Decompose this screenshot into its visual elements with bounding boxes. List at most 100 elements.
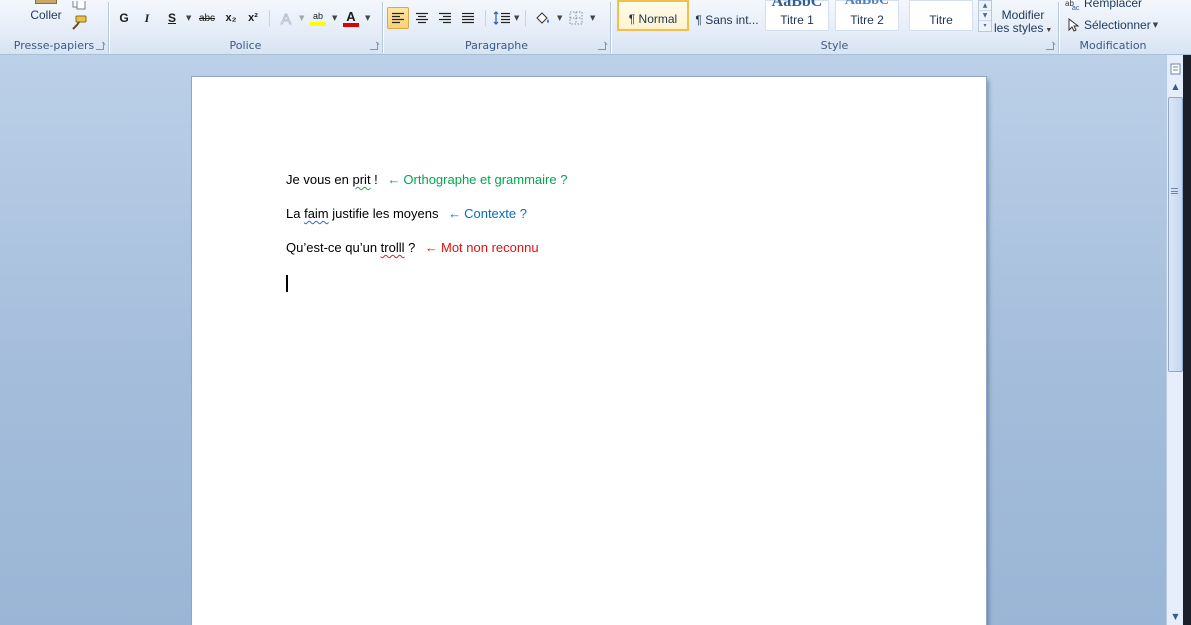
align-left-icon <box>392 12 404 24</box>
line-spacing-dropdown-icon[interactable]: ▼ <box>514 14 519 22</box>
gallery-more-icon[interactable]: ▾ <box>979 21 991 31</box>
font-group-title: Police <box>229 39 262 52</box>
document-workspace: Je vous en prit ! ← Orthographe et gramma… <box>0 55 1166 625</box>
paste-label: Coller <box>30 8 62 22</box>
styles-group-title: Style <box>820 39 849 52</box>
change-styles-label-2: les styles ▼ <box>994 21 1053 35</box>
svg-text:ac: ac <box>1072 5 1080 10</box>
style-no-spacing[interactable]: ¶ Sans int... <box>691 0 763 31</box>
clipboard-launcher-icon[interactable] <box>96 42 104 50</box>
document-line-1[interactable]: Je vous en prit ! ← Orthographe et gramma… <box>286 172 567 187</box>
paragraph-launcher-icon[interactable] <box>598 42 606 50</box>
spelling-flagged-word[interactable]: trolll <box>381 240 405 255</box>
highlight-button[interactable]: ab <box>307 8 329 28</box>
underline-dropdown-icon[interactable]: ▼ <box>186 14 191 22</box>
font-color-bar <box>343 22 359 27</box>
style-gallery-scroll[interactable]: ▲ ▼ ▾ <box>978 0 992 32</box>
strikethrough-button[interactable]: abc <box>195 8 219 28</box>
superscript-button[interactable]: x² <box>243 8 263 28</box>
font-launcher-icon[interactable] <box>370 42 378 50</box>
line-2-after: justifie les moyens <box>328 206 439 221</box>
paste-button[interactable]: Coller <box>26 0 66 30</box>
style-heading-2[interactable]: AaBbC Titre 2 <box>835 0 899 31</box>
svg-text:A: A <box>281 11 291 26</box>
vertical-scrollbar[interactable]: ▲ ▼ <box>1166 55 1183 625</box>
document-line-2[interactable]: La faim justifie les moyens ← Contexte ? <box>286 206 527 221</box>
clipboard-icon <box>35 0 57 4</box>
style-heading-1[interactable]: AaBbC Titre 1 <box>765 0 829 31</box>
scroll-down-icon[interactable]: ▼ <box>1168 609 1183 624</box>
document-line-3[interactable]: Qu’est-ce qu’un trolll ? ← Mot non reconn… <box>286 240 539 255</box>
window-edge <box>1183 55 1191 625</box>
line-2-before: La <box>286 206 305 221</box>
change-styles-button[interactable]: Modifier les styles ▼ <box>994 0 1052 36</box>
clipboard-group: Coller Presse-papiers <box>0 0 108 54</box>
scroll-grip-icon <box>1171 188 1178 194</box>
italic-button[interactable]: I <box>138 8 156 28</box>
text-effects-dropdown-icon[interactable]: ▼ <box>299 14 304 22</box>
underline-button[interactable]: S <box>161 8 183 28</box>
select-cursor-icon <box>1068 18 1079 32</box>
style-no-spacing-label: ¶ Sans int... <box>695 13 759 27</box>
text-cursor <box>286 275 288 292</box>
font-group: G I S ▼ abc x₂ x² A ▼ ab ▼ A ▼ Police <box>109 0 382 54</box>
font-color-dropdown-icon[interactable]: ▼ <box>365 14 370 22</box>
styles-launcher-icon[interactable] <box>1046 42 1054 50</box>
replace-label: Remplacer <box>1084 0 1143 10</box>
context-flagged-word[interactable]: faim <box>304 206 329 221</box>
grammar-flagged-word[interactable]: prit <box>353 172 371 187</box>
line-spacing-icon <box>493 11 510 25</box>
subscript-button[interactable]: x₂ <box>221 8 241 28</box>
bold-button[interactable]: G <box>115 8 133 28</box>
arrow-left-icon: ← <box>387 172 401 187</box>
document-page[interactable]: Je vous en prit ! ← Orthographe et gramma… <box>192 77 986 625</box>
ribbon: Coller Presse-papiers G I S ▼ abc x₂ x² … <box>0 0 1191 55</box>
spelling-annotation: ← Mot non reconnu <box>424 240 539 255</box>
line-1-before: Je vous en <box>286 172 353 187</box>
scroll-up-icon[interactable]: ▲ <box>1168 79 1183 94</box>
borders-button[interactable] <box>565 8 587 28</box>
justify-icon <box>462 12 474 24</box>
line-spacing-button[interactable] <box>491 8 513 28</box>
paint-bucket-icon <box>536 12 549 24</box>
copy-icon[interactable] <box>72 0 86 10</box>
align-center-button[interactable] <box>411 8 433 28</box>
format-painter-icon[interactable] <box>70 15 88 31</box>
highlight-dropdown-icon[interactable]: ▼ <box>332 14 337 22</box>
ruler-toggle-icon[interactable] <box>1168 61 1183 76</box>
grammar-annotation: ← Orthographe et grammaire ? <box>387 172 568 187</box>
style-heading-2-preview: AaBbC <box>844 0 890 8</box>
editing-group-title: Modification <box>1079 39 1147 52</box>
text-effects-icon: A <box>281 11 292 27</box>
select-button[interactable]: Sélectionner ▼ <box>1067 17 1158 33</box>
replace-button[interactable]: ab ac Remplacer <box>1065 0 1142 10</box>
style-normal[interactable]: ¶ Normal <box>617 0 689 31</box>
shading-dropdown-icon[interactable]: ▼ <box>557 14 562 22</box>
font-color-button[interactable]: A <box>340 8 362 28</box>
align-right-icon <box>439 12 451 24</box>
shading-button[interactable] <box>532 8 554 28</box>
style-title-label: Titre <box>929 13 953 27</box>
borders-icon <box>569 11 583 25</box>
align-left-button[interactable] <box>387 7 409 29</box>
style-heading-1-label: Titre 1 <box>780 13 814 27</box>
arrow-left-icon: ← <box>448 206 462 221</box>
style-title[interactable]: Titre <box>909 0 973 31</box>
align-right-button[interactable] <box>434 8 456 28</box>
justify-button[interactable] <box>457 8 479 28</box>
borders-dropdown-icon[interactable]: ▼ <box>590 14 595 22</box>
gallery-up-icon[interactable]: ▲ <box>979 1 991 11</box>
paragraph-group-title: Paragraphe <box>464 39 529 52</box>
line-3-after: ? <box>404 240 416 255</box>
gallery-down-icon[interactable]: ▼ <box>979 11 991 21</box>
style-normal-label: ¶ Normal <box>628 12 678 26</box>
style-heading-2-label: Titre 2 <box>850 13 884 27</box>
select-label: Sélectionner <box>1084 18 1151 32</box>
text-effects-button[interactable]: A <box>277 8 297 28</box>
line-1-after: ! <box>370 172 378 187</box>
styles-group: ¶ Normal ¶ Sans int... AaBbC Titre 1 AaB… <box>611 0 1058 54</box>
font-color-glyph: A <box>346 8 356 24</box>
line-3-before: Qu’est-ce qu’un <box>286 240 381 255</box>
editing-group: ab ac Remplacer Sélectionner ▼ Modificati… <box>1059 0 1167 54</box>
scroll-thumb[interactable] <box>1168 97 1183 372</box>
